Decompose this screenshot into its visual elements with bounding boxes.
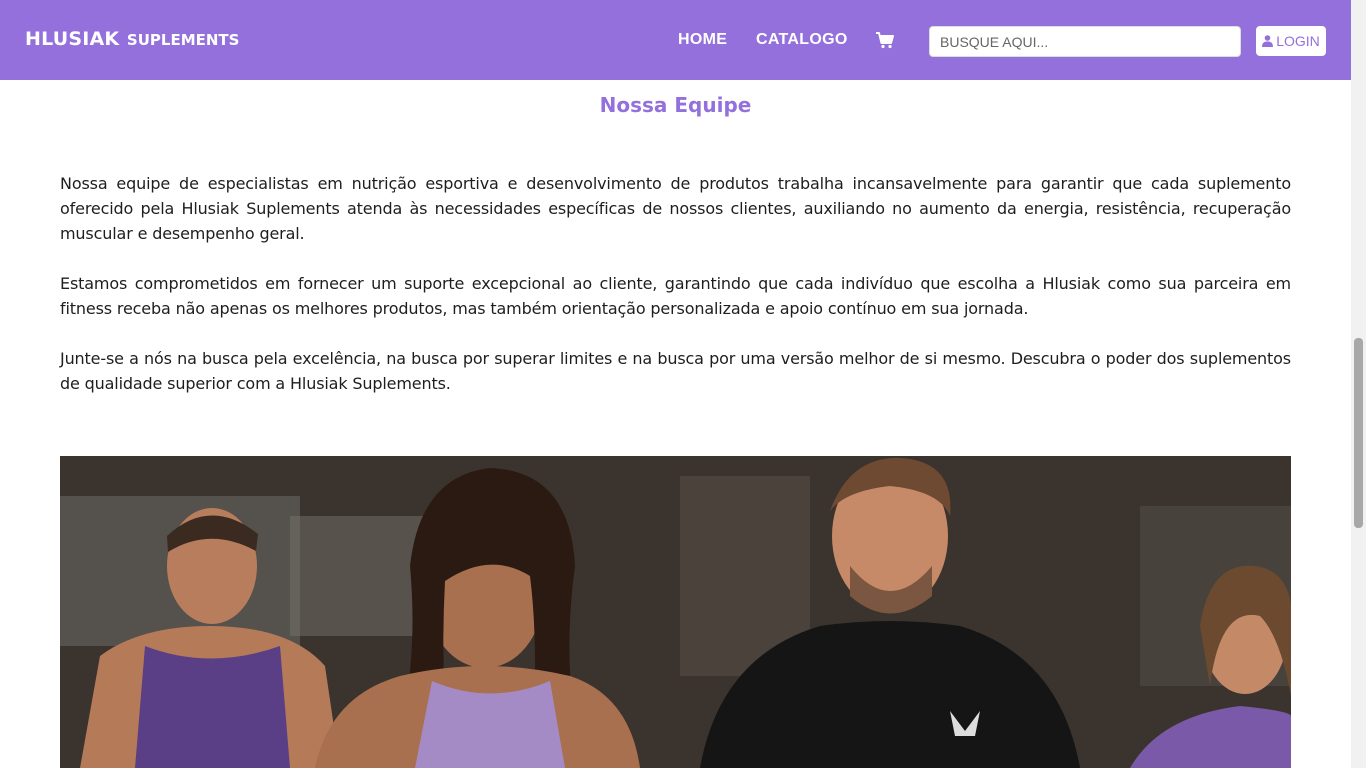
scrollbar-thumb[interactable] bbox=[1354, 338, 1363, 528]
nav-catalog-link[interactable]: CATALOGO bbox=[756, 31, 848, 49]
nav-home-link[interactable]: HOME bbox=[678, 31, 727, 49]
shopping-cart-icon[interactable] bbox=[875, 31, 895, 49]
brand-logo[interactable]: HLUSIAK SUPLEMENTS bbox=[25, 28, 239, 50]
team-paragraph-3: Junte-se a nós na busca pela excelência,… bbox=[60, 349, 1291, 393]
team-paragraph-1: Nossa equipe de especialistas em nutriçã… bbox=[60, 174, 1291, 243]
team-paragraph-2: Estamos comprometidos em fornecer um sup… bbox=[60, 274, 1291, 318]
brand-subtitle: SUPLEMENTS bbox=[126, 31, 240, 49]
brand-name: HLUSIAK bbox=[25, 28, 120, 50]
user-icon bbox=[1262, 35, 1274, 47]
search-input[interactable] bbox=[929, 26, 1241, 57]
navbar: HLUSIAK SUPLEMENTS HOME CATALOGO LOGIN bbox=[0, 0, 1351, 80]
scrollbar[interactable] bbox=[1351, 0, 1366, 768]
team-photo bbox=[60, 456, 1291, 768]
section-title: Nossa Equipe bbox=[599, 93, 752, 117]
login-label: LOGIN bbox=[1276, 33, 1320, 49]
login-button[interactable]: LOGIN bbox=[1256, 26, 1326, 56]
